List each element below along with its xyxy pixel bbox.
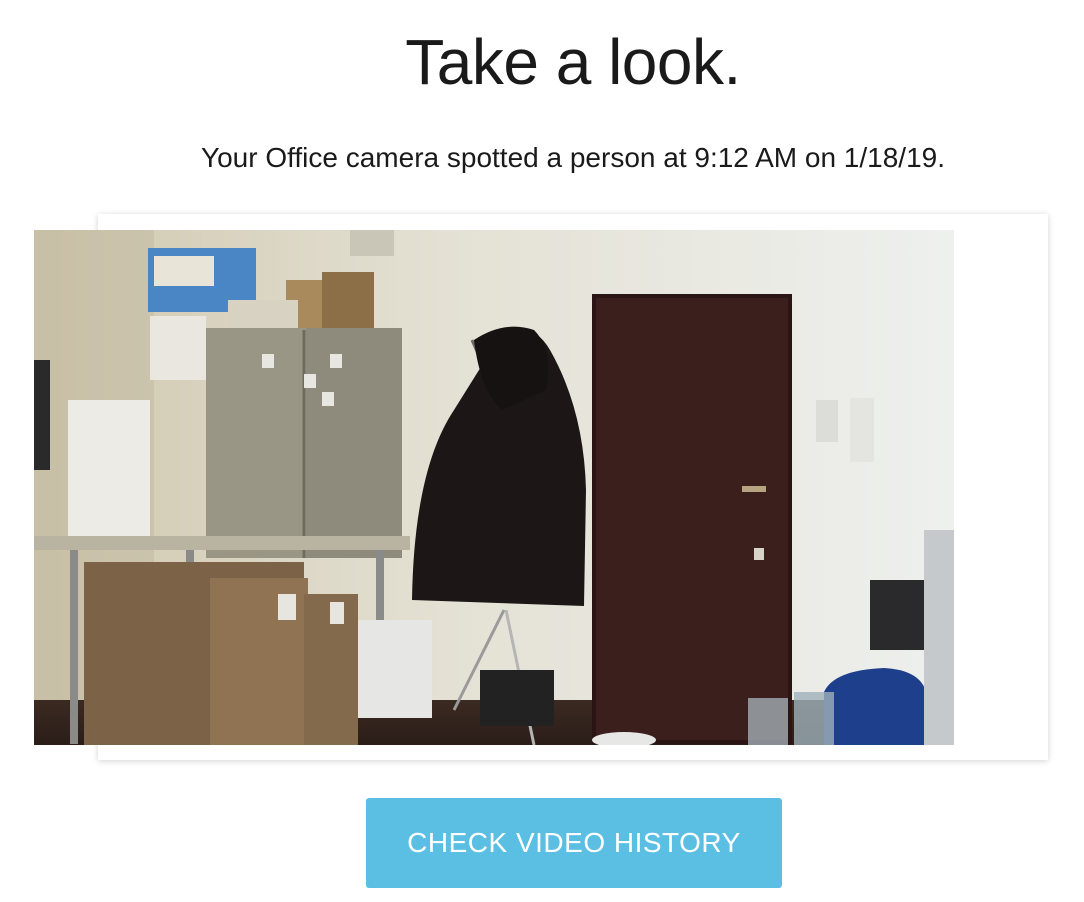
- detection-message: Your Office camera spotted a person at 9…: [200, 142, 946, 173]
- page-title: Take a look.: [405, 26, 741, 98]
- camera-snapshot[interactable]: [34, 230, 954, 745]
- check-video-history-button[interactable]: CHECK VIDEO HISTORY: [366, 798, 782, 888]
- notification-page: Take a look. Your Office camera spotted …: [0, 0, 1084, 902]
